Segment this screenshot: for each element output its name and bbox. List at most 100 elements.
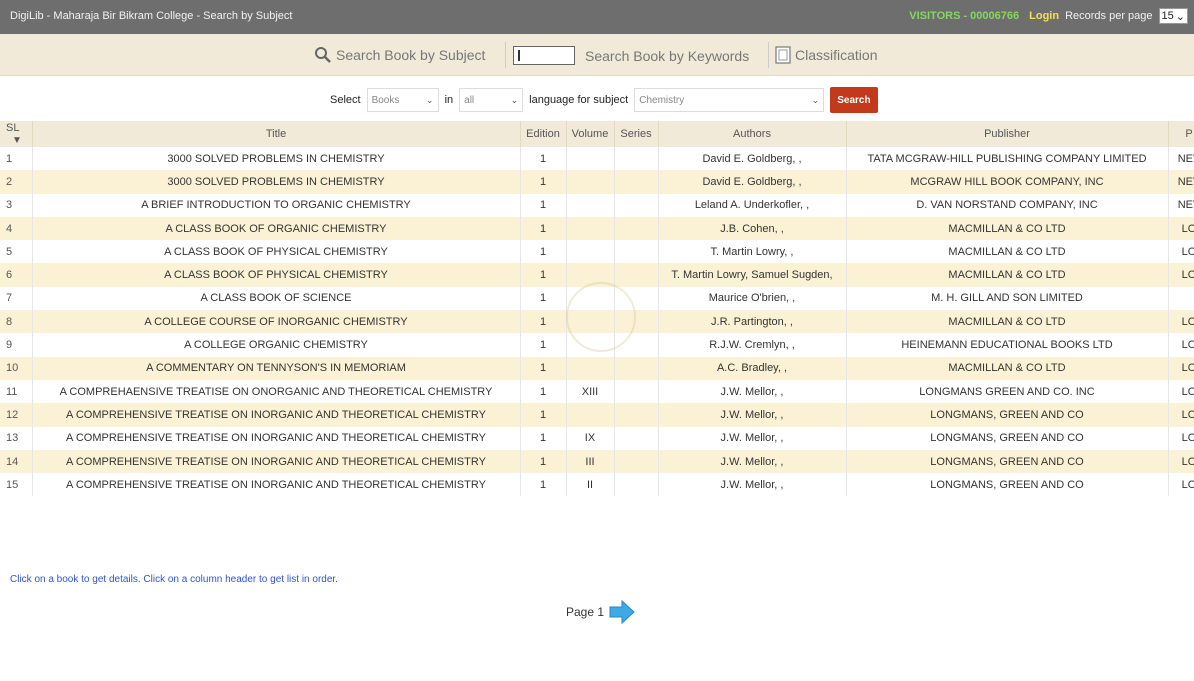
cell-volume: IX xyxy=(566,426,615,450)
column-header-volume[interactable]: Volume xyxy=(566,121,615,147)
table-row[interactable]: 10 A COMMENTARY ON TENNYSON'S IN MEMORIAM… xyxy=(0,356,1194,380)
language-subject-label: language for subject xyxy=(529,94,629,106)
column-header-authors[interactable]: Authors xyxy=(658,121,847,147)
table-row[interactable]: 13 A COMPREHENSIVE TREATISE ON INORGANIC … xyxy=(0,426,1194,450)
cell-place: LO xyxy=(1168,449,1194,474)
subject-select[interactable]: Chemistry ⌄ xyxy=(634,88,825,112)
table-row[interactable]: 12 A COMPREHENSIVE TREATISE ON INORGANIC … xyxy=(0,403,1194,427)
cell-authors: J.W. Mellor, , xyxy=(658,426,847,450)
cell-title: A COMPREHAENSIVE TREATISE ON ONORGANIC A… xyxy=(32,379,521,404)
keyword-input-icon xyxy=(513,46,575,65)
table-row[interactable]: 5A CLASS BOOK OF PHYSICAL CHEMISTRY 1 T. M… xyxy=(0,240,1194,264)
chevron-down-icon: ⌄ xyxy=(426,94,434,105)
cell-title: A COMPREHENSIVE TREATISE ON INORGANIC AN… xyxy=(32,449,521,474)
table-row[interactable]: 1 3000 SOLVED PROBLEMS IN CHEMISTRY 1 David… xyxy=(0,147,1194,171)
cell-title: A CLASS BOOK OF SCIENCE xyxy=(32,286,521,311)
cell-series xyxy=(614,473,659,497)
cell-volume: III xyxy=(566,449,615,474)
cell-series xyxy=(614,426,659,450)
search-by-subject-label: Search Book by Subject xyxy=(336,47,486,63)
cell-sl: 4 xyxy=(0,216,33,241)
table-row[interactable]: 4A CLASS BOOK OF ORGANIC CHEMISTRY 1 J.B. … xyxy=(0,216,1194,241)
cell-edition: 1 xyxy=(520,379,567,404)
cell-title: A CLASS BOOK OF ORGANIC CHEMISTRY xyxy=(32,216,521,241)
table-row[interactable]: 9A COLLEGE ORGANIC CHEMISTRY 1 R.J.W. Crem… xyxy=(0,333,1194,357)
cell-edition: 1 xyxy=(520,310,567,334)
search-icon xyxy=(315,47,331,63)
cell-volume xyxy=(566,170,615,194)
records-per-page-select[interactable]: 15 ⌄ xyxy=(1158,8,1188,24)
cell-edition: 1 xyxy=(520,286,567,311)
search-button[interactable]: Search xyxy=(830,87,878,113)
cell-authors: Maurice O'brien, , xyxy=(658,286,847,311)
cell-series xyxy=(614,333,659,357)
records-per-page-label: Records per page xyxy=(1065,10,1153,22)
scope-select[interactable]: all ⌄ xyxy=(459,88,524,112)
cell-place xyxy=(1168,286,1194,311)
search-by-subject-tab[interactable]: Search Book by Subject xyxy=(314,46,485,64)
filter-row: Select Books ⌄ in all ⌄ language for sub… xyxy=(330,87,878,113)
results-table: SL▼ Title Edition Volume Series Authors … xyxy=(0,121,1194,497)
cell-sl: 1 xyxy=(0,147,33,171)
cell-authors: David E. Goldberg, , xyxy=(658,147,847,171)
table-row[interactable]: 3A BRIEF INTRODUCTION TO ORGANIC CHEMIST… xyxy=(0,193,1194,217)
material-type-select[interactable]: Books ⌄ xyxy=(366,88,439,112)
table-row[interactable]: 6A CLASS BOOK OF PHYSICAL CHEMISTRY 1 T. M… xyxy=(0,263,1194,287)
cell-publisher: TATA MCGRAW-HILL PUBLISHING COMPANY LIMI… xyxy=(846,147,1169,171)
cell-authors: Leland A. Underkofler, , xyxy=(658,193,847,217)
cell-volume xyxy=(566,403,615,427)
table-row[interactable]: 11 A COMPREHAENSIVE TREATISE ON ONORGANIC… xyxy=(0,379,1194,404)
cell-volume xyxy=(566,240,615,264)
table-row[interactable]: 15 A COMPREHENSIVE TREATISE ON INORGANIC … xyxy=(0,473,1194,497)
cell-sl: 5 xyxy=(0,240,33,264)
cell-volume: II xyxy=(566,473,615,497)
column-header-series[interactable]: Series xyxy=(614,121,659,147)
cell-volume xyxy=(566,147,615,171)
cell-authors: J.W. Mellor, , xyxy=(658,473,847,497)
cell-sl: 6 xyxy=(0,263,33,287)
scope-value: all xyxy=(464,94,475,106)
cell-authors: R.J.W. Cremlyn, , xyxy=(658,333,847,357)
cell-title: A CLASS BOOK OF PHYSICAL CHEMISTRY xyxy=(32,263,521,287)
table-row[interactable]: 14 A COMPREHENSIVE TREATISE ON INORGANIC … xyxy=(0,449,1194,474)
cell-authors: David E. Goldberg, , xyxy=(658,170,847,194)
title-bar: DigiLib - Maharaja Bir Bikram College - … xyxy=(0,0,1194,34)
column-header-sl[interactable]: SL▼ xyxy=(0,121,33,147)
cell-place: NEV xyxy=(1168,170,1194,194)
table-row[interactable]: 8A COLLEGE COURSE OF INORGANIC CHEMISTRY… xyxy=(0,310,1194,334)
cell-authors: J.W. Mellor, , xyxy=(658,449,847,474)
next-page-arrow-icon[interactable] xyxy=(608,598,636,626)
subject-value: Chemistry xyxy=(639,94,685,106)
cell-authors: J.R. Partington, , xyxy=(658,310,847,334)
cell-volume xyxy=(566,310,615,334)
visitor-counter: VISITORS - 00006766 xyxy=(909,10,1020,22)
classification-tab[interactable]: Classification xyxy=(775,46,877,64)
cell-edition: 1 xyxy=(520,333,567,357)
cell-place: NEV xyxy=(1168,193,1194,217)
cell-edition: 1 xyxy=(520,193,567,217)
cell-series xyxy=(614,263,659,287)
login-link[interactable]: Login xyxy=(1029,10,1059,22)
chevron-down-icon: ⌄ xyxy=(510,94,519,105)
cell-sl: 12 xyxy=(0,403,33,427)
cell-title: A COMPREHENSIVE TREATISE ON INORGANIC AN… xyxy=(32,426,521,450)
results-table-wrapper: SL▼ Title Edition Volume Series Authors … xyxy=(0,121,1194,497)
cell-publisher: LONGMANS, GREEN AND CO xyxy=(846,403,1169,427)
sort-descending-icon[interactable]: ▼ xyxy=(12,135,22,146)
cell-place: LO xyxy=(1168,473,1194,497)
cell-title: A BRIEF INTRODUCTION TO ORGANIC CHEMISTR… xyxy=(32,193,521,217)
column-header-publisher[interactable]: Publisher xyxy=(846,121,1169,147)
table-row[interactable]: 7A CLASS BOOK OF SCIENCE 1 Maurice O'brien… xyxy=(0,286,1194,311)
cell-sl: 14 xyxy=(0,449,33,474)
column-header-title[interactable]: Title xyxy=(32,121,521,147)
table-row[interactable]: 2 3000 SOLVED PROBLEMS IN CHEMISTRY 1 David… xyxy=(0,170,1194,194)
page-indicator: Page 1 xyxy=(566,605,605,619)
search-by-keywords-tab[interactable]: Search Book by Keywords xyxy=(513,46,749,65)
material-type-value: Books xyxy=(371,94,400,106)
cell-edition: 1 xyxy=(520,147,567,171)
chevron-down-icon: ⌄ xyxy=(811,94,820,105)
column-header-edition[interactable]: Edition xyxy=(520,121,567,147)
cell-volume xyxy=(566,263,615,287)
column-header-place[interactable]: P xyxy=(1168,121,1194,147)
cell-title: 3000 SOLVED PROBLEMS IN CHEMISTRY xyxy=(32,147,521,171)
